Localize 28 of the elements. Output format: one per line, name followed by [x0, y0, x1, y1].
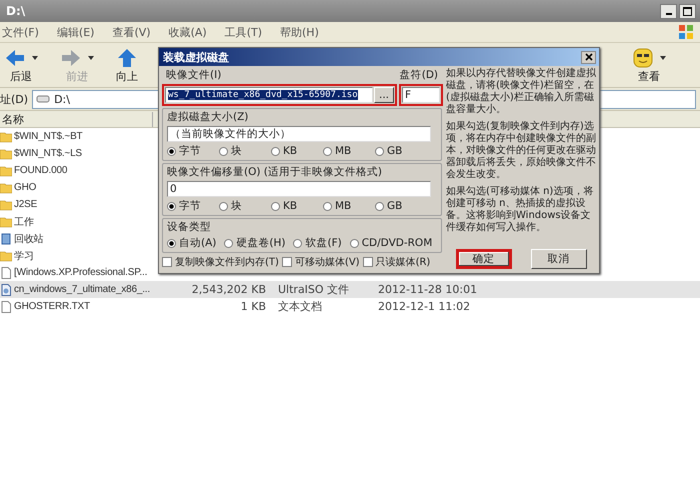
window-title: D:\ — [6, 4, 26, 18]
file-name: GHO — [14, 182, 36, 193]
dialog-title: 装载虚拟磁盘 — [163, 50, 229, 64]
file-type: UltraISO 文件 — [277, 282, 350, 297]
group-title: 虚拟磁盘大小(Z) — [167, 110, 250, 124]
file-name: $WIN_NT$.~LS — [14, 148, 82, 159]
group-title: 映像文件偏移量(O) (适用于非映像文件格式) — [167, 165, 383, 179]
file-name: $WIN_NT$.~BT — [14, 131, 82, 142]
field-label: 映像文件(I) — [166, 68, 222, 82]
file-name: cn_windows_7_ultimate_x86_... — [14, 284, 150, 295]
help-text: 如果以内存代替映像文件创建虚拟磁盘，请将(映像文件)栏留空，在(虚拟磁盘大小)栏正确输入所需磁盘容量大小。 — [446, 68, 596, 116]
file-type: 文本文档 — [277, 299, 323, 314]
help-text: 如果勾选(可移动媒体 n)选项，将创建可移动 n、热插拔的虚拟设备。这将影响到Windows设备文件缓存如何写入操作。 — [446, 186, 594, 234]
file-date: 2012-12-1 11:02 — [377, 300, 470, 313]
file-size: 1 KB — [240, 300, 266, 313]
file-name: [Windows.XP.Professional.SP... — [14, 267, 148, 278]
file-name: 工作 — [14, 216, 34, 228]
help-text: 如果勾选(复制映像文件到内存)选项，将在内存中创建映像文件的副本，对映像文件的任何更改在驱动器卸载后将丢失，原始映像文件不会发生改变。 — [446, 121, 596, 181]
field-label: 盘符(D) — [400, 68, 438, 82]
file-name: GHOSTERR.TXT — [14, 301, 90, 312]
file-date: 2012-11-28 10:01 — [377, 283, 478, 296]
file-name: FOUND.000 — [14, 165, 68, 176]
file-name: 学习 — [14, 250, 34, 262]
file-name: 回收站 — [14, 232, 44, 246]
group-title: 设备类型 — [167, 220, 212, 234]
file-name: J2SE — [14, 199, 38, 210]
address-label: 址(D) — [0, 92, 28, 106]
file-size: 2,543,202 KB — [190, 283, 266, 296]
